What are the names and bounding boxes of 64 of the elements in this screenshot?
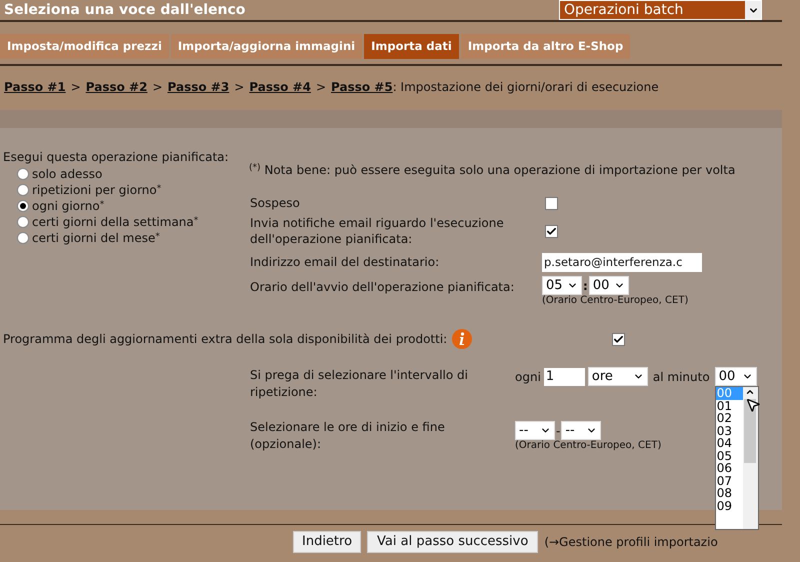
dropdown-option[interactable]: 03 xyxy=(716,424,743,437)
email-label: Indirizzo email del destinatario: xyxy=(250,254,440,271)
email-field[interactable]: p.setaro@interferenza.c xyxy=(542,252,702,272)
checkbox[interactable] xyxy=(545,196,558,210)
suspended-label: Sospeso xyxy=(250,195,301,212)
unit-select[interactable]: ore xyxy=(588,367,648,386)
radio-button[interactable] xyxy=(17,232,29,244)
dropdown-option[interactable]: 01 xyxy=(716,400,743,412)
radio-label: ogni giorno$^{*}$ xyxy=(32,198,104,214)
dropdown-option[interactable]: 04 xyxy=(716,437,743,450)
tab[interactable]: Importa dati xyxy=(364,34,459,59)
start-time-label: Orario dell'avvio dell'operazione pianificata: xyxy=(250,279,516,296)
breadcrumb-link[interactable]: Passo #3 xyxy=(168,78,230,96)
breadcrumb-separator: > xyxy=(234,79,244,96)
breadcrumb-link[interactable]: Passo #4 xyxy=(249,78,311,96)
breadcrumb-link[interactable]: Passo #5 xyxy=(331,78,393,96)
dropdown-option[interactable]: 06 xyxy=(716,462,743,474)
radio-label: ripetizioni per giorno$^{*}$ xyxy=(32,182,162,198)
notify-label: Invia notifiche email riguardo l'esecuzione dell'operazione pianificata: xyxy=(250,215,505,247)
radio-button[interactable] xyxy=(17,200,29,212)
interval-field[interactable]: 1 xyxy=(544,368,585,386)
radio-label: certi giorni della settimana$^{*}$ xyxy=(32,214,198,230)
import-profiles-link[interactable]: (→Gestione profili importazio xyxy=(544,533,718,551)
range-label: Selezionare le ore di inizio e fine (opzionale): xyxy=(250,419,446,453)
dropdown-option[interactable]: 02 xyxy=(716,412,743,424)
back-button[interactable]: Indietro xyxy=(293,531,362,553)
range-separator: - xyxy=(556,422,560,440)
dropdown-option[interactable]: 09 xyxy=(716,500,743,512)
section-select[interactable]: Operazioni batch xyxy=(559,0,762,20)
timezone-note: (Orario Centro-Europeo, CET) xyxy=(515,440,662,452)
minute-select[interactable]: 00 xyxy=(588,276,629,295)
hour-select[interactable]: 05 xyxy=(542,276,582,295)
breadcrumb-link[interactable]: Passo #2 xyxy=(86,78,148,96)
time-separator: : xyxy=(583,278,588,294)
checkbox[interactable] xyxy=(612,332,626,346)
info-icon[interactable] xyxy=(452,329,472,349)
schedule-label: Esegui questa operazione pianificata: xyxy=(2,149,230,166)
checkbox[interactable] xyxy=(545,224,558,238)
breadcrumb-link[interactable]: Passo #1 xyxy=(4,78,66,96)
minute-select[interactable]: 00 xyxy=(714,367,757,386)
radio-button[interactable] xyxy=(17,168,29,180)
breadcrumb-separator: > xyxy=(70,79,81,96)
scrollbar[interactable] xyxy=(742,387,758,529)
interval-label: Si prega di selezionare l'intervallo di ripetizione: xyxy=(250,367,469,401)
current-step: : Impostazione dei giorni/orari di esecuzione xyxy=(392,78,659,96)
page-title: Seleziona una voce dall'elenco xyxy=(3,0,246,20)
dropdown-option[interactable]: 07 xyxy=(716,474,743,487)
timezone-note: (Orario Centro-Europeo, CET) xyxy=(542,295,688,307)
radio-label: solo adesso xyxy=(32,166,102,182)
minute-label: al minuto xyxy=(652,368,710,386)
next-step-button[interactable]: Vai al passo successivo xyxy=(367,531,538,553)
dropdown-option[interactable]: 08 xyxy=(716,487,743,500)
every-label: ogni xyxy=(515,368,541,386)
scroll-up-icon[interactable] xyxy=(745,387,756,397)
end-hour-select[interactable]: -- xyxy=(561,421,602,440)
extra-updates-label: Programma degli aggiornamenti extra della sola disponibilità dei prodotti: xyxy=(2,331,448,348)
dropdown-option[interactable]: 05 xyxy=(716,450,743,462)
radio-label: certi giorni del mese$^{*}$ xyxy=(32,230,160,246)
start-hour-select[interactable]: -- xyxy=(515,421,555,440)
breadcrumb-separator: > xyxy=(152,79,162,96)
breadcrumb-separator: > xyxy=(316,79,326,96)
radio-button[interactable] xyxy=(17,216,29,228)
note-text: $^{(*)}$ Nota bene: può essere eseguita solo una operazione di importazione per volta xyxy=(249,162,736,179)
radio-button[interactable] xyxy=(17,184,29,196)
